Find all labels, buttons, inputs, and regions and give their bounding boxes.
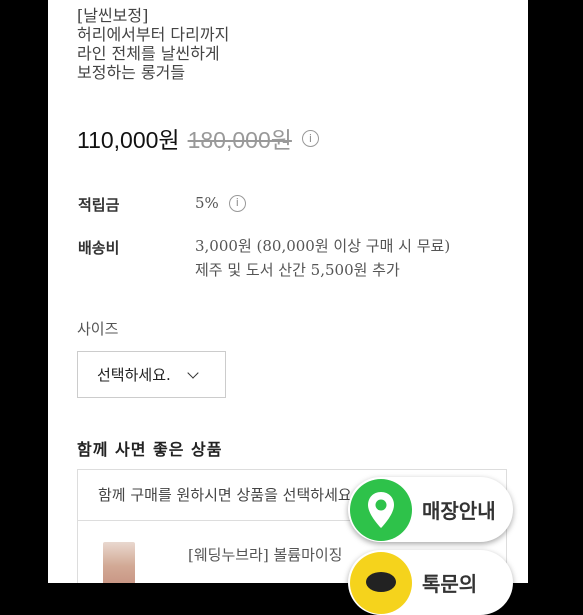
size-select-value: 선택하세요.: [97, 366, 171, 384]
store-info-label: 매장안내: [422, 499, 496, 523]
store-info-button[interactable]: 매장안내: [348, 477, 513, 542]
shipping-line: 제주 및 도서 산간 5,500원 추가: [195, 261, 400, 279]
map-pin-icon: [350, 478, 412, 541]
points-label: 적립금: [78, 196, 120, 214]
info-icon[interactable]: i: [228, 194, 246, 212]
shipping-label: 배송비: [78, 239, 120, 257]
description-line: 허리에서부터 다리까지: [77, 25, 230, 44]
product-description: [날씬보정] 허리에서부터 다리까지 라인 전체를 날씬하게 보정하는 롱거들: [77, 6, 229, 82]
sale-price: 110,000원: [77, 127, 180, 153]
info-icon[interactable]: i: [301, 129, 319, 147]
description-line: [날씬보정]: [77, 6, 149, 25]
description-line: 라인 전체를 날씬하게: [77, 44, 220, 63]
chevron-down-icon: [187, 366, 199, 379]
price-row: 110,000원 180,000원 i: [77, 121, 319, 155]
points-value-row: 5% i: [195, 191, 246, 215]
size-select[interactable]: 선택하세요.: [77, 351, 226, 398]
description-line: 보정하는 롱거들: [77, 63, 186, 82]
original-price: 180,000원: [187, 127, 292, 153]
shipping-value: 3,000원 (80,000원 이상 구매 시 무료) 제주 및 도서 산간 5…: [195, 234, 450, 282]
together-title: 함께 사면 좋은 상품: [77, 440, 223, 459]
together-product-name[interactable]: [웨딩누브라] 볼륨마이징: [188, 544, 342, 565]
together-hint[interactable]: 함께 구매를 원하시면 상품을 선택하세요: [98, 484, 352, 505]
size-label: 사이즈: [77, 320, 119, 338]
product-thumbnail[interactable]: [103, 542, 135, 583]
shipping-line: 3,000원 (80,000원 이상 구매 시 무료): [195, 237, 451, 255]
points-value: 5%: [195, 194, 219, 212]
